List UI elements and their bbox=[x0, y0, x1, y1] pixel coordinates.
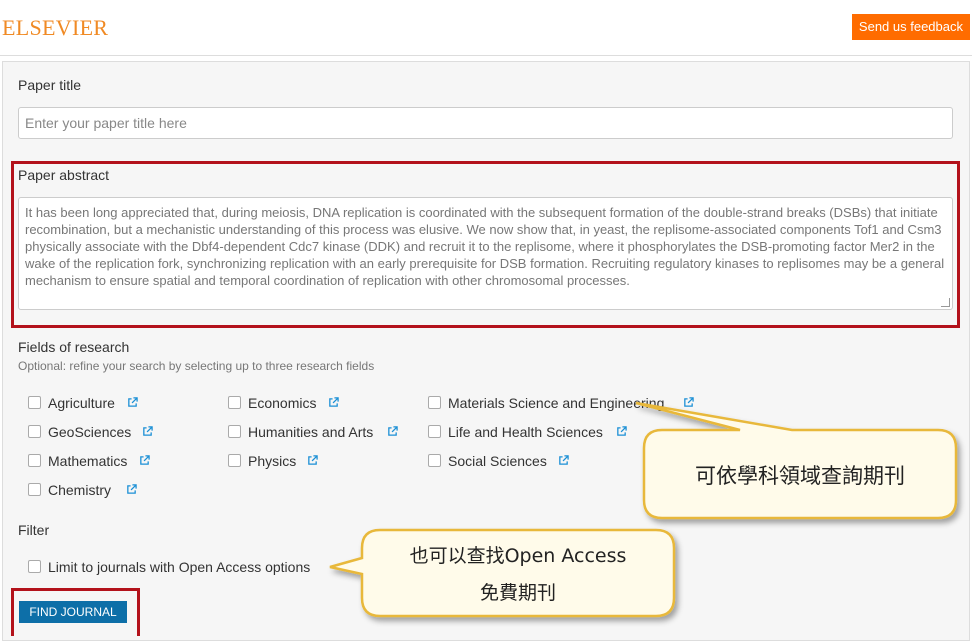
fields-callout-text: 可依學科領域查詢期刊 bbox=[695, 464, 905, 488]
open-access-callout-line1: 也可以查找Open Access bbox=[409, 545, 627, 567]
open-access-callout-line2: 免費期刊 bbox=[479, 582, 556, 604]
